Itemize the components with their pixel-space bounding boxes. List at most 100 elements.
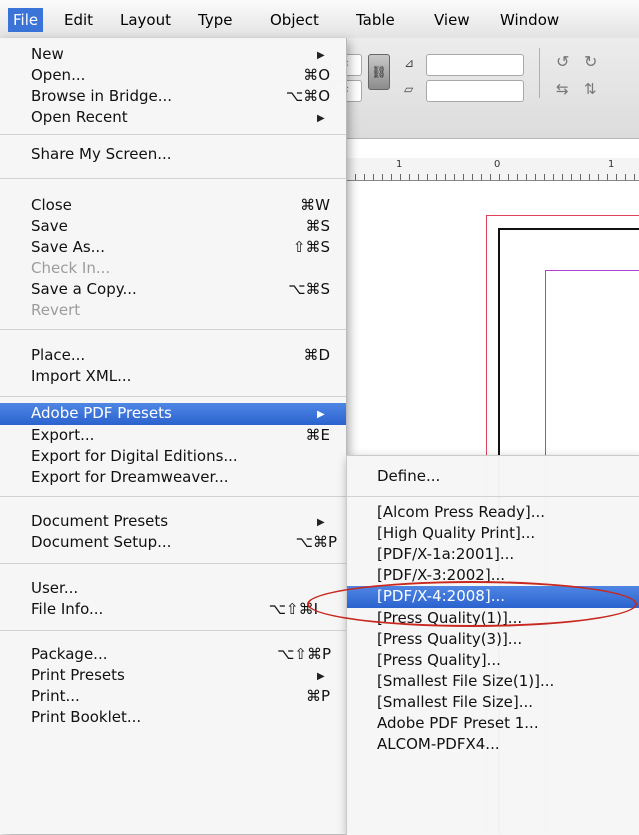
shortcut-label: ⌘D [303, 346, 330, 364]
submenu-arrow-icon: ▶ [317, 517, 325, 528]
menu-item-label: Import XML... [31, 367, 132, 385]
submenu-item-press-quality[interactable]: [Press Quality]... [347, 650, 639, 671]
rotate-ccw-icon[interactable]: ↺ [556, 52, 569, 71]
ruler-label: 1 [608, 159, 615, 170]
menu-item-label: Place... [31, 346, 86, 364]
menu-item-label: Export for Dreamweaver... [31, 468, 229, 486]
menu-view[interactable]: View [434, 9, 470, 31]
menu-edit[interactable]: Edit [64, 9, 93, 31]
menu-item-browse-in-bridge[interactable]: Browse in Bridge... ⌥⌘O [0, 86, 346, 107]
menu-item-label: [Press Quality(3)]... [377, 630, 523, 648]
menu-window[interactable]: Window [500, 9, 559, 31]
menu-item-new[interactable]: New ▶ [0, 44, 346, 65]
shortcut-label: ⌥⌘O [285, 87, 330, 105]
menu-item-save-as[interactable]: Save As... ⇧⌘S [0, 237, 346, 258]
shortcut-label: ⌘P [305, 687, 330, 705]
shortcut-label: ⇧⌘S [292, 238, 330, 256]
shortcut-label: ⌥⌘S [288, 280, 330, 298]
submenu-item-smallest-file-size[interactable]: [Smallest File Size]... [347, 692, 639, 713]
menu-separator [0, 178, 346, 179]
submenu-item-press-quality-1[interactable]: [Press Quality(1)]... [347, 608, 639, 629]
menu-item-check-in: Check In... [0, 258, 346, 279]
menu-item-export-digital-editions[interactable]: Export for Digital Editions... [0, 446, 346, 467]
menu-item-place[interactable]: Place... ⌘D [0, 345, 346, 366]
menu-item-package[interactable]: Package... ⌥⇧⌘P [0, 644, 346, 665]
submenu-arrow-icon: ▶ [317, 409, 325, 420]
menu-file[interactable]: File [8, 8, 44, 32]
menu-item-label: Open... [31, 66, 86, 84]
menu-item-document-setup[interactable]: Document Setup... ⌥⌘P [0, 532, 346, 553]
page-edge [498, 228, 639, 230]
bleed-guide [486, 215, 639, 216]
menu-item-label: Package... [31, 645, 108, 663]
shear-angle-icon: ▱ [404, 82, 414, 96]
menu-item-label: Print Booklet... [31, 708, 142, 726]
menu-item-label: Adobe PDF Presets [31, 404, 172, 422]
flip-vertical-icon[interactable]: ⇅ [584, 80, 597, 98]
menu-item-import-xml[interactable]: Import XML... [0, 366, 346, 387]
menu-item-label: [Smallest File Size]... [377, 693, 534, 711]
submenu-item-alcom-press-ready[interactable]: [Alcom Press Ready]... [347, 502, 639, 523]
menu-item-print-booklet[interactable]: Print Booklet... [0, 707, 346, 728]
submenu-arrow-icon: ▶ [317, 113, 325, 124]
menu-item-label: [High Quality Print]... [377, 524, 536, 542]
menu-item-label: [Smallest File Size(1)]... [377, 672, 555, 690]
menu-item-label: Save As... [31, 238, 105, 256]
submenu-item-smallest-file-size-1[interactable]: [Smallest File Size(1)]... [347, 671, 639, 692]
menu-item-share-my-screen[interactable]: Share My Screen... [0, 144, 346, 165]
submenu-item-define[interactable]: Define... [347, 466, 639, 487]
menu-type[interactable]: Type [198, 9, 232, 31]
menu-item-user[interactable]: User... [0, 578, 346, 599]
shear-angle-field[interactable] [426, 80, 524, 102]
menu-item-label: File Info... [31, 600, 104, 618]
menu-item-export-dreamweaver[interactable]: Export for Dreamweaver... [0, 467, 346, 488]
menu-object[interactable]: Object [270, 9, 319, 31]
menu-item-label: Share My Screen... [31, 145, 172, 163]
submenu-item-alcom-pdfx4[interactable]: ALCOM-PDFX4... [347, 734, 639, 755]
menu-item-label: [PDF/X-4:2008]... [377, 587, 505, 605]
menubar: File Edit Layout Type Object Table View … [0, 0, 639, 39]
menu-item-label: Save a Copy... [31, 280, 137, 298]
menu-item-file-info[interactable]: File Info... ⌥⇧⌘I [0, 599, 346, 620]
menu-item-label: Define... [377, 467, 441, 485]
menu-item-open[interactable]: Open... ⌘O [0, 65, 346, 86]
menu-item-export[interactable]: Export... ⌘E [0, 425, 346, 446]
menu-item-label: Check In... [31, 259, 111, 277]
ruler-label: 1 [396, 159, 403, 170]
submenu-item-press-quality-3[interactable]: [Press Quality(3)]... [347, 629, 639, 650]
rotate-cw-icon[interactable]: ↻ [584, 52, 597, 71]
submenu-item-high-quality-print[interactable]: [High Quality Print]... [347, 523, 639, 544]
submenu-item-pdfx-4-2008[interactable]: [PDF/X-4:2008]... [347, 586, 639, 608]
menu-item-label: Export for Digital Editions... [31, 447, 238, 465]
menu-separator [0, 134, 346, 135]
submenu-item-adobe-pdf-preset-1[interactable]: Adobe PDF Preset 1... [347, 713, 639, 734]
menu-item-revert: Revert [0, 300, 346, 321]
menu-item-label: ALCOM-PDFX4... [377, 735, 500, 753]
submenu-item-pdfx-1a-2001[interactable]: [PDF/X-1a:2001]... [347, 544, 639, 565]
menu-item-save[interactable]: Save ⌘S [0, 216, 346, 237]
menu-item-label: Open Recent [31, 108, 128, 126]
menu-item-label: [PDF/X-3:2002]... [377, 566, 505, 584]
menu-item-save-a-copy[interactable]: Save a Copy... ⌥⌘S [0, 279, 346, 300]
menu-item-label: Revert [31, 301, 81, 319]
menu-item-label: Adobe PDF Preset 1... [377, 714, 539, 732]
menu-item-label: Export... [31, 426, 95, 444]
menu-item-print-presets[interactable]: Print Presets ▶ [0, 665, 346, 686]
menu-item-open-recent[interactable]: Open Recent ▶ [0, 107, 346, 128]
menu-item-document-presets[interactable]: Document Presets ▶ [0, 511, 346, 532]
menu-layout[interactable]: Layout [120, 9, 171, 31]
menu-item-print[interactable]: Print... ⌘P [0, 686, 346, 707]
menu-item-label: [Alcom Press Ready]... [377, 503, 546, 521]
menu-separator [0, 496, 346, 497]
submenu-item-pdfx-3-2002[interactable]: [PDF/X-3:2002]... [347, 565, 639, 586]
constrain-proportions-icon[interactable]: ⛓ [368, 54, 390, 90]
shortcut-label: ⌘E [305, 426, 330, 444]
control-panel: ⬍ ⬍ ⛓ ⊿ ▱ ↺ ↻ ⇆ ⇅ [330, 38, 639, 139]
flip-horizontal-icon[interactable]: ⇆ [556, 80, 569, 98]
menu-item-close[interactable]: Close ⌘W [0, 195, 346, 216]
menu-table[interactable]: Table [356, 9, 395, 31]
menu-item-adobe-pdf-presets[interactable]: Adobe PDF Presets ▶ [0, 403, 346, 425]
shortcut-label: ⌥⇧⌘I [268, 600, 318, 618]
rotate-angle-field[interactable] [426, 54, 524, 76]
menu-separator [0, 396, 346, 397]
